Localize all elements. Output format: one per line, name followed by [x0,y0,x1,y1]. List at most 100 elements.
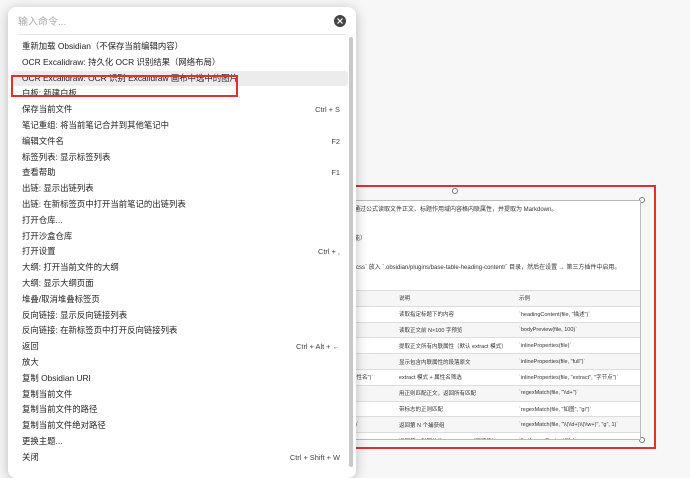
selected-image[interactable]: 中通过公式读取文件正文、标题作用域内容格内联属性，并提取为 Markdown。 … [345,200,641,440]
preview-table-cell: `regexMatch(file, "\\d+")` [516,384,640,402]
command-item[interactable]: 打开仓库... [12,213,348,229]
command-item[interactable]: 编辑文件名 F2 [12,134,348,150]
command-label: 出链: 显示出链列表 [22,183,94,194]
preview-table-cell: extract 模式 + 属性名筛选 [396,368,516,386]
command-hotkey: Ctrl + Alt + ← [296,342,340,352]
command-label: 关闭 [22,451,39,462]
command-item[interactable]: 打开沙盒仓库 [12,229,348,245]
preview-table-row: 带标志的正则匹配 `regexMatch(file, "如图", "gi")` [348,400,640,417]
preview-table-row: 读取正文前 N×100 字预览 `bodyPreview(file, 100)` [348,321,640,338]
command-label: 标签列表: 显示标签列表 [22,151,111,162]
preview-table-header: 说明 示例 [348,290,640,307]
preview-table-cell: 返回第一张图片的 Markdown（可渲染） [396,432,516,439]
command-item[interactable]: 笔记重组: 将当前笔记合并到其他笔记中 [12,118,348,134]
command-item[interactable]: 大纲: 打开当前文件的大纲 [12,260,348,276]
preview-table-cell: 示例 [516,290,640,307]
command-hotkey: F2 [331,136,340,146]
preview-table-cell: 读取指定标题下的内容 [396,305,516,323]
command-label: 大纲: 打开当前文件的大纲 [22,262,119,273]
scrollbar[interactable] [349,35,353,471]
preview-table-cell: `regexMatch(file, "如图", "gi")` [516,400,640,417]
preview-table-cell: `bodyPreview(file, 100)` [516,321,640,338]
preview-table-row: 显示包含内联属性的段落原文 `inlineProperties(file, "fu… [348,353,640,370]
scroll-thumb[interactable] [349,37,353,467]
command-label: 放大 [22,356,39,367]
preview-table-cell: `headingContent(file, "描述")` [516,305,640,323]
command-hotkey: Ctrl + , [318,247,340,257]
command-search-input[interactable] [18,13,318,31]
command-item[interactable]: 复制当前文件 [12,387,348,403]
clear-search-button[interactable] [334,15,346,27]
command-label: 反向链接: 显示反向链接列表 [22,309,128,320]
command-item[interactable]: 打开设置 Ctrl + , [12,244,348,260]
command-label: 大纲: 显示大纲页面 [22,277,94,288]
command-item[interactable]: 大纲: 显示大纲页面 [12,276,348,292]
preview-table-row: N)`返回第 N 个捕获组`regexMatch(file, "\\(\\d+)… [348,416,640,433]
preview-table-row: 读取指定标题下的内容 `headingContent(file, "描述")` [348,305,640,323]
command-label: 复制 Obsidian URI [22,372,91,383]
preview-table-cell: `inlineProperties(file)` [516,337,640,354]
command-label: 反向链接: 在新标签页中打开反向链接列表 [22,325,178,336]
command-item[interactable]: 复制 Obsidian URI [12,371,348,387]
preview-table-cell: 带标志的正则匹配 [396,400,516,417]
command-palette: 重新加载 Obsidian（不保存当前编辑内容） OCR Excalidraw: … [8,7,356,478]
command-label: 出链: 在新标签页中打开当前笔记的出链列表 [22,198,186,209]
preview-line-3: es.css` 放入 `.obsidian/plugins/base-table… [348,265,621,271]
command-hotkey: Ctrl + S [315,105,340,115]
close-icon [337,18,343,24]
command-item[interactable]: 重新加载 Obsidian（不保存当前编辑内容） [12,39,348,55]
command-item[interactable]: OCR Excalidraw: 持久化 OCR 识别结果（网络布局） [12,55,348,71]
command-label: 笔记重组: 将当前笔记合并到其他笔记中 [22,119,170,130]
command-label: 打开设置 [22,246,56,257]
command-label: 重新加载 Obsidian（不保存当前编辑内容） [22,41,184,51]
preview-table-row: 属性名")` extract 模式 + 属性名筛选 `inlinePropertie… [348,368,640,386]
command-item[interactable]: 复制当前文件绝对路径 [12,418,348,434]
preview-line-1: 中通过公式读取文件正文、标题作用域内容格内联属性，并提取为 Markdown。 [348,207,558,213]
preview-table-cell: `inlineProperties(file, "extract", "字节点"… [516,368,640,386]
search-row [18,11,346,35]
command-item[interactable]: 保存当前文件 Ctrl + S [12,102,348,118]
preview-table-cell: 说明 [396,290,516,307]
preview-table-row: 返回第一张图片的 Markdown（可渲染）`firstImageContent… [348,432,640,439]
command-item[interactable]: 堆叠/取消堆叠标签页 [12,292,348,308]
rotate-handle[interactable] [452,188,458,194]
command-item[interactable]: 标签列表: 显示标签列表 [12,150,348,166]
command-label: 返回 [22,341,39,352]
preview-table-cell: 读取正文前 N×100 字预览 [396,321,516,338]
command-item[interactable]: 反向链接: 显示反向链接列表 [12,308,348,324]
command-label: 堆叠/取消堆叠标签页 [22,293,100,304]
command-label: OCR Excalidraw: 持久化 OCR 识别结果（网络布局） [22,56,221,67]
command-item[interactable]: 关闭 Ctrl + Shift + W [12,450,348,466]
command-label: 打开仓库... [22,214,63,225]
command-label: 打开沙盒仓库 [22,230,73,241]
preview-table-row: 用正则匹配正文，返回所有匹配 `regexMatch(file, "\\d+")` [348,384,640,402]
command-item[interactable]: 出链: 显示出链列表 [12,181,348,197]
command-label: 编辑文件名 [22,135,64,146]
command-item[interactable]: 更换主题... [12,434,348,450]
command-item[interactable]: 放大 [12,355,348,371]
highlight-frame-command [11,75,238,97]
preview-table-cell: 显示包含内联属性的段落原文 [396,353,516,370]
command-label: 保存当前文件 [22,104,73,115]
command-hotkey: F1 [331,168,340,178]
preview-table: 说明 示例 读取指定标题下的内容 `headingContent(file, "描述"… [348,290,640,439]
command-item[interactable]: 反向链接: 在新标签页中打开反向链接列表 [12,323,348,339]
command-item[interactable]: 复制当前文件的路径 [12,402,348,418]
command-item[interactable]: 出链: 在新标签页中打开当前笔记的出链列表 [12,197,348,213]
command-label: 查看帮助 [22,167,56,178]
preview-table-row: 提取正文所有内联属性（默认 extract 模式） `inlineProperti… [348,337,640,354]
command-hotkey: Ctrl + Shift + W [289,452,340,462]
command-item[interactable]: 查看帮助 F1 [12,165,348,181]
command-label: 复制当前文件 [22,388,73,399]
command-label: 更换主题... [22,435,63,446]
command-list: 重新加载 Obsidian（不保存当前编辑内容） OCR Excalidraw: … [12,39,348,466]
preview-table-cell: 返回第 N 个捕获组 [396,416,516,433]
preview-table-cell: `firstImageContent(file)` [516,432,640,439]
preview-table-cell: 用正则匹配正文，返回所有匹配 [396,384,516,402]
command-label: 复制当前文件的路径 [22,404,98,415]
command-item[interactable]: 返回 Ctrl + Alt + ← [12,339,348,355]
preview-table-cell: `inlineProperties(file, "full")` [516,353,640,370]
preview-table-cell: 提取正文所有内联属性（默认 extract 模式） [396,337,516,354]
preview-table-cell: `regexMatch(file, "\\(\\d+)\\(\\w+)", "g… [516,416,640,433]
command-label: 复制当前文件绝对路径 [22,420,106,431]
